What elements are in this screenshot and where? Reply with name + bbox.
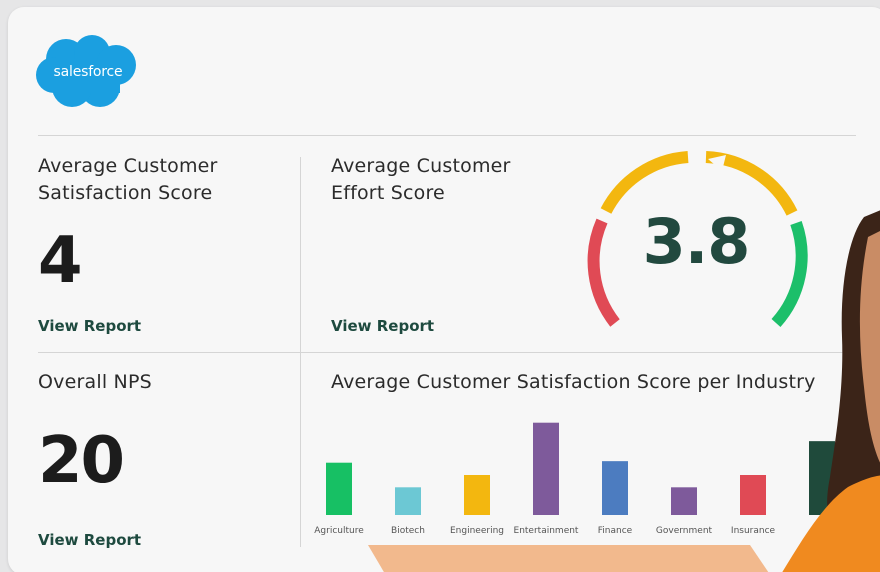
middle-divider — [38, 352, 856, 353]
ces-title-line1: Average Customer — [331, 155, 511, 177]
industry-chart-title: Average Customer Satisfaction Score per … — [331, 371, 816, 393]
salesforce-logo: salesforce — [36, 35, 140, 109]
dashboard-card: salesforce Average Customer Satisfaction… — [8, 7, 880, 572]
page: salesforce Average Customer Satisfaction… — [0, 0, 880, 572]
tick-label-government: Government — [656, 526, 713, 536]
tick-label-engineering: Engineering — [450, 526, 504, 536]
ces-value: 3.8 — [642, 205, 751, 278]
top-divider — [38, 135, 856, 136]
ces-title: Average Customer Effort Score — [331, 153, 511, 207]
csat-title: Average Customer Satisfaction Score — [38, 153, 218, 207]
nps-title: Overall NPS — [38, 371, 152, 393]
bar-engineering — [464, 475, 490, 515]
bar-man — [809, 441, 835, 515]
ces-view-report-link[interactable]: View Report — [331, 317, 434, 335]
csat-title-line2: Satisfaction Score — [38, 182, 213, 204]
bar-government — [671, 487, 697, 515]
laptop-shape — [368, 545, 769, 572]
nps-value: 20 — [38, 424, 125, 498]
bar-entertainment — [533, 422, 559, 515]
logo-text: salesforce — [53, 64, 123, 80]
effort-gauge: 3.8 — [580, 145, 812, 345]
bar-biotech — [395, 487, 421, 515]
column-divider — [300, 157, 301, 547]
tick-label-biotech: Biotech — [391, 526, 425, 536]
tick-label-agriculture: Agriculture — [314, 526, 364, 536]
csat-title-line1: Average Customer — [38, 155, 218, 177]
gauge-yellow-left-segment — [600, 151, 689, 214]
nps-view-report-link[interactable]: View Report — [38, 531, 141, 549]
bar-finance — [602, 461, 628, 515]
tick-label-finance: Finance — [598, 526, 633, 536]
bar-insurance — [740, 475, 766, 515]
tick-label-man: Man — [813, 526, 832, 536]
bar-agriculture — [326, 462, 352, 515]
tick-label-entertainment: Entertainment — [514, 526, 579, 536]
industry-bar-chart: Agriculture Biotech Engineering Entertainme… — [314, 422, 835, 536]
ces-title-line2: Effort Score — [331, 182, 445, 204]
csat-value: 4 — [38, 224, 83, 298]
csat-view-report-link[interactable]: View Report — [38, 317, 141, 335]
tick-label-insurance: Insurance — [731, 526, 776, 536]
